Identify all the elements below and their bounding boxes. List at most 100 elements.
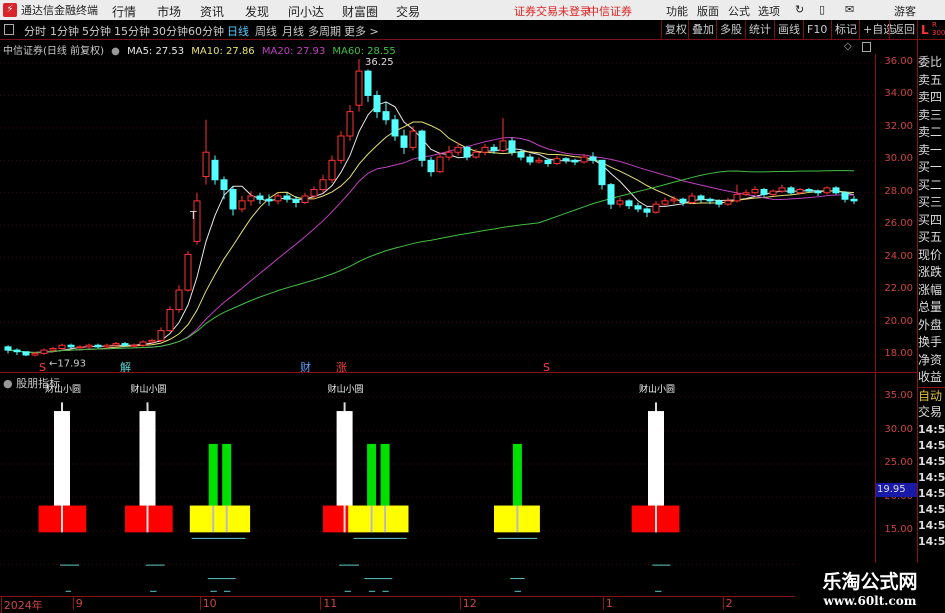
- quote-row-label: 涨幅: [918, 282, 943, 297]
- price-chart[interactable]: 36.25←17.93TS 解财涨 S: [0, 54, 875, 374]
- menu-function[interactable]: 功能: [666, 3, 688, 19]
- candle-body: [562, 158, 570, 161]
- candle-body: [94, 344, 102, 348]
- f10-button[interactable]: F10: [803, 20, 830, 40]
- menu-trade[interactable]: 交易: [396, 3, 420, 20]
- auto-trade-label: 自动: [918, 386, 945, 405]
- quote-row-label: 换手: [918, 335, 943, 349]
- candle-body: [256, 195, 264, 200]
- indicator-chart[interactable]: 财山小圆 财山小圆 财山小圆 财山小圆: [0, 374, 875, 596]
- candle-body: [679, 198, 687, 203]
- date-label: 11: [320, 597, 337, 610]
- candle-body: [220, 179, 228, 191]
- period-15min[interactable]: 15分钟: [114, 23, 150, 39]
- candle-body: [769, 190, 777, 195]
- level-r-indicator: R 300: [932, 21, 945, 37]
- candle-body: [517, 151, 525, 158]
- user-name[interactable]: 游客: [894, 3, 916, 19]
- price-tick-label: 30.00: [884, 153, 913, 165]
- phone-icon[interactable]: ▯: [819, 3, 825, 16]
- period-1min[interactable]: 1分钟: [50, 23, 79, 39]
- candle-body: [571, 159, 579, 163]
- back-button[interactable]: 返回: [889, 20, 918, 40]
- period-more[interactable]: 更多 >: [344, 23, 379, 39]
- trade-time: 14:56: [918, 534, 945, 548]
- overlay-button[interactable]: 叠加: [688, 20, 717, 40]
- green-signal-bar: [367, 443, 377, 506]
- broker-name[interactable]: 中信证券: [588, 3, 632, 19]
- candle-body: [850, 198, 858, 202]
- white-signal-bar: [139, 411, 156, 506]
- candle-body: [436, 156, 444, 173]
- menu-wealth[interactable]: 财富圈: [342, 3, 378, 20]
- candle-body: [85, 344, 93, 348]
- stats-button[interactable]: 统计: [745, 20, 774, 40]
- quote-row-label: 卖一: [918, 142, 943, 157]
- candle-body: [697, 195, 705, 200]
- panel-divider: [0, 372, 917, 373]
- candle-body: [292, 198, 300, 203]
- mail-icon[interactable]: ✉: [845, 3, 854, 16]
- candle-body: [112, 343, 120, 346]
- candle-body: [22, 351, 30, 356]
- price-tick-label: 34.00: [884, 88, 913, 100]
- watermark: 乐淘公式网 www.60lt.com: [795, 563, 945, 609]
- candle-body: [130, 344, 138, 347]
- candle-body: [247, 195, 255, 202]
- white-signal-bar: [54, 411, 70, 506]
- price-tick-label: 20.00: [884, 315, 913, 327]
- candle-body: [472, 151, 480, 158]
- panel-toggle-icon[interactable]: [4, 24, 14, 35]
- indicator-tick-label: 25.00: [884, 457, 913, 468]
- candle-body: [121, 343, 129, 346]
- date-label: 10: [199, 597, 217, 610]
- refresh-icon[interactable]: ↻: [795, 3, 804, 16]
- expand-icon[interactable]: [862, 42, 871, 52]
- menu-formula[interactable]: 公式: [728, 3, 750, 19]
- period-30min[interactable]: 30分钟: [152, 23, 188, 39]
- candle-body: [787, 187, 795, 194]
- candle-body: [706, 198, 714, 202]
- menu-options[interactable]: 选项: [758, 3, 780, 19]
- multi-stock-button[interactable]: 多股: [716, 20, 745, 40]
- red-signal-box: [125, 505, 173, 533]
- menu-market[interactable]: 市场: [157, 3, 181, 20]
- period-monthly[interactable]: 月线: [282, 23, 304, 39]
- menu-quotes[interactable]: 行情: [112, 3, 136, 20]
- login-status[interactable]: 证券交易未登录: [514, 3, 591, 19]
- menu-layout[interactable]: 版面: [697, 3, 719, 19]
- date-label: 1: [602, 597, 613, 610]
- period-weekly[interactable]: 周线: [255, 23, 277, 39]
- period-multi[interactable]: 多周期: [308, 23, 341, 39]
- menu-discover[interactable]: 发现: [245, 3, 269, 20]
- mark-button[interactable]: 标记: [831, 20, 860, 40]
- diamond-icon[interactable]: ◇: [844, 41, 852, 52]
- quote-panel: 委比 卖五 卖四 卖三 卖二 卖一 买一 买二 买三 买四 买五 现价 涨跌 涨幅 总量 外盘 换手 净资 收益 自动…: [917, 40, 945, 609]
- candle-body: [805, 189, 813, 192]
- candle-body: [211, 159, 219, 181]
- period-timeshare[interactable]: 分时: [24, 23, 46, 39]
- adjust-button[interactable]: 复权: [661, 20, 690, 40]
- trade-time: 14:56: [918, 502, 945, 516]
- low-price-label: ←17.93: [49, 359, 86, 370]
- draw-button[interactable]: 画线: [774, 20, 803, 40]
- menu-bar: ⚡ 通达信金融终端 行情 市场 资讯 发现 问小达 财富圈 交易 证券交易未登录…: [0, 0, 945, 20]
- candle-body: [661, 200, 669, 205]
- signal-label: 财山小圆: [45, 383, 81, 395]
- candle-body: [607, 184, 615, 205]
- trade-time: 14:56: [918, 454, 945, 468]
- indicator-tick-label: 30.00: [884, 423, 913, 435]
- high-price-label: 36.25: [365, 57, 394, 68]
- menu-ask[interactable]: 问小达: [288, 3, 324, 20]
- candle-body: [598, 159, 606, 186]
- price-tick-label: 22.00: [884, 283, 913, 295]
- candle-body: [337, 135, 345, 161]
- candle-body: [76, 346, 84, 349]
- price-tick-label: 18.00: [884, 347, 913, 359]
- menu-news[interactable]: 资讯: [200, 3, 224, 20]
- period-60min[interactable]: 60分钟: [188, 23, 224, 39]
- period-daily[interactable]: 日线: [227, 23, 249, 39]
- app-logo-icon: ⚡: [3, 3, 17, 17]
- candle-body: [58, 344, 66, 349]
- period-5min[interactable]: 5分钟: [82, 23, 111, 39]
